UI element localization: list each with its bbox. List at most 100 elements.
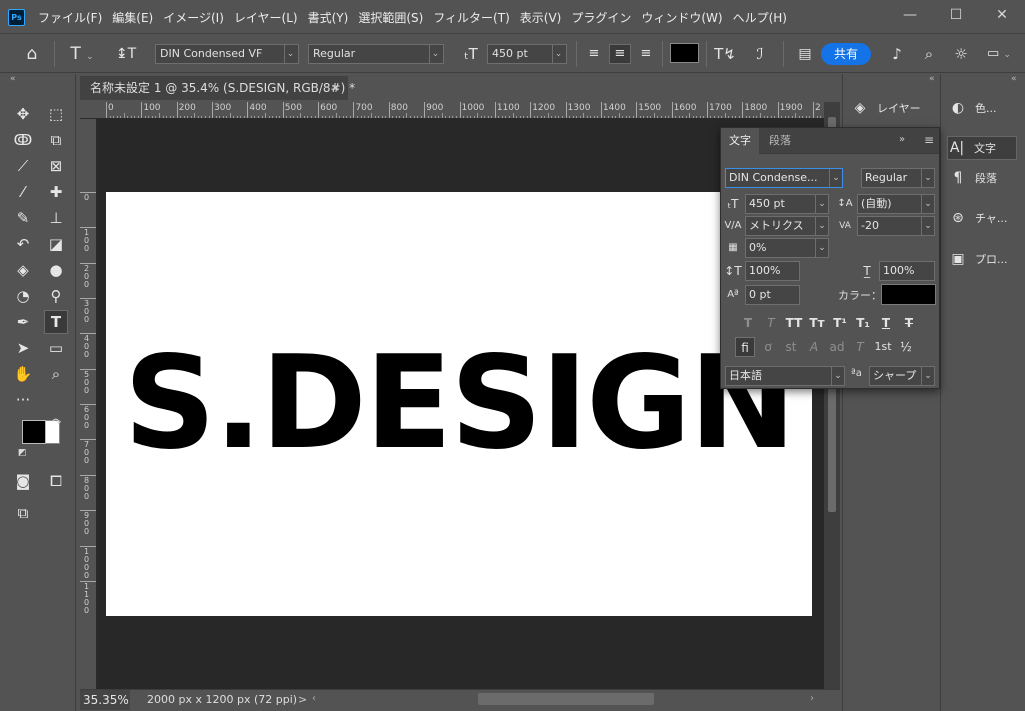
zoom-search-tool-icon[interactable]: ⚲: [45, 285, 67, 307]
object-selection-tool-icon[interactable]: ⧉: [45, 129, 67, 151]
font-size-select[interactable]: 450 pt ⌄: [487, 44, 567, 64]
text-color-field[interactable]: [881, 284, 936, 305]
antialias-select[interactable]: シャープ ⌄: [869, 366, 935, 386]
eyedropper-tool-icon[interactable]: ⁄: [12, 181, 34, 203]
warp-text-icon[interactable]: T↯: [713, 43, 737, 65]
kerning-field[interactable]: メトリクス ⌄: [745, 216, 829, 236]
character-panel-button[interactable]: A| 文字: [947, 136, 1017, 160]
foreground-color-swatch[interactable]: [22, 420, 46, 444]
document-tab[interactable]: 名称未設定 1 @ 35.4% (S.DESIGN, RGB/8#) * ×: [80, 76, 355, 100]
quick-mask-icon[interactable]: ◙: [12, 470, 34, 492]
menu-plugins[interactable]: プラグイン: [571, 0, 631, 34]
paragraph-panel-button[interactable]: ¶ 段落: [949, 166, 997, 190]
horizontal-scroll-thumb[interactable]: [478, 693, 654, 705]
close-document-icon[interactable]: ×: [331, 76, 340, 100]
strikethrough-button[interactable]: T: [899, 313, 919, 333]
clone-stamp-tool-icon[interactable]: ⊥: [45, 207, 67, 229]
language-select[interactable]: 日本語 ⌄: [725, 366, 845, 386]
eraser-tool-icon[interactable]: ◪: [45, 233, 67, 255]
tab-character[interactable]: 文字: [721, 128, 759, 154]
menu-file[interactable]: ファイル(F): [38, 0, 102, 34]
dodge-tool-icon[interactable]: ◔: [12, 285, 34, 307]
generative-fill-icon[interactable]: ⧉: [12, 502, 34, 524]
panel-menu-icon[interactable]: ≡: [924, 133, 934, 147]
menu-layer[interactable]: レイヤー(L): [234, 0, 298, 34]
zoom-tool-icon[interactable]: ⌕: [45, 363, 67, 385]
toggle-text-orientation-icon[interactable]: ↨T: [114, 43, 138, 65]
ordinals-button[interactable]: 1st: [873, 337, 893, 357]
color-panel-button[interactable]: ◐ 色...: [949, 96, 997, 120]
menu-select[interactable]: 選択範囲(S): [358, 0, 423, 34]
fractions-button[interactable]: ½: [896, 337, 916, 357]
default-colors-icon[interactable]: ◩: [18, 448, 27, 458]
text-warp-arc-icon[interactable]: ℐ: [748, 43, 772, 65]
small-caps-button[interactable]: Tт: [807, 313, 827, 333]
menu-help[interactable]: ヘルプ(H): [733, 0, 787, 34]
ligatures-button[interactable]: fi: [735, 337, 755, 357]
font-style-select[interactable]: Regular ⌄: [308, 44, 444, 64]
type-tool-icon[interactable]: T: [44, 310, 68, 334]
zoom-level-field[interactable]: 35.35%: [80, 690, 130, 710]
discover-lightbulb-icon[interactable]: ☼: [950, 43, 972, 65]
bell-icon[interactable]: ♪: [886, 43, 908, 65]
font-family-field[interactable]: DIN Condense... ⌄: [725, 168, 843, 188]
collapse-dock-icon[interactable]: «: [929, 74, 935, 84]
maximize-button[interactable]: ☐: [933, 2, 979, 28]
subscript-button[interactable]: T₁: [853, 313, 873, 333]
discretionary-ligatures-button[interactable]: ơ: [758, 337, 778, 357]
tracking-field[interactable]: -20 ⌄: [857, 216, 935, 236]
crop-tool-icon[interactable]: ⟋: [12, 155, 34, 177]
tsume-field[interactable]: 0% ⌄: [745, 238, 829, 258]
type-tool-preset-icon[interactable]: T ⌄: [64, 43, 100, 65]
channels-panel-button[interactable]: ⊛ チャ...: [949, 206, 1007, 230]
lasso-tool-icon[interactable]: ↂ: [12, 129, 34, 151]
menu-image[interactable]: イメージ(I): [163, 0, 224, 34]
vertical-scale-field[interactable]: 100%: [745, 261, 800, 281]
swap-colors-icon[interactable]: ↷: [52, 416, 61, 429]
edit-toolbar-icon[interactable]: ···: [12, 389, 34, 411]
align-center-icon[interactable]: ≡: [609, 44, 631, 64]
menu-edit[interactable]: 編集(E): [112, 0, 153, 34]
document-canvas[interactable]: S.DESIGN: [106, 192, 812, 616]
menu-filter[interactable]: フィルター(T): [433, 0, 509, 34]
collapse-toolbar-icon[interactable]: «: [10, 74, 16, 84]
move-tool-icon[interactable]: ✥: [12, 103, 34, 125]
collapse-panel-icon[interactable]: »: [899, 134, 905, 145]
rectangle-tool-icon[interactable]: ▭: [45, 337, 67, 359]
pen-tool-icon[interactable]: ✒: [12, 311, 34, 333]
menu-type[interactable]: 書式(Y): [308, 0, 349, 34]
align-right-icon[interactable]: ≡: [636, 44, 656, 64]
blur-tool-icon[interactable]: ●: [45, 259, 67, 281]
paint-bucket-tool-icon[interactable]: ◈: [12, 259, 34, 281]
titling-alternates-button[interactable]: T: [850, 337, 870, 357]
canvas-text-layer[interactable]: S.DESIGN: [106, 192, 812, 616]
all-caps-button[interactable]: TT: [784, 313, 804, 333]
search-icon[interactable]: ⌕: [918, 43, 940, 65]
brush-tool-icon[interactable]: ✎: [12, 207, 34, 229]
properties-panel-button[interactable]: ▣ プロ...: [949, 247, 1007, 271]
leading-field[interactable]: (自動) ⌄: [857, 194, 935, 214]
scroll-left-icon[interactable]: ‹: [312, 693, 316, 704]
superscript-button[interactable]: T¹: [830, 313, 850, 333]
character-panel-toggle-icon[interactable]: ▤: [795, 43, 815, 65]
swash-button[interactable]: A: [804, 337, 824, 357]
layers-panel-button[interactable]: ◈ レイヤー: [851, 96, 921, 120]
faux-bold-button[interactable]: T: [738, 313, 758, 333]
history-brush-tool-icon[interactable]: ↶: [12, 233, 34, 255]
screen-mode-icon[interactable]: ⧠: [45, 470, 67, 492]
share-button[interactable]: 共有: [821, 43, 871, 65]
contextual-alternates-button[interactable]: st: [781, 337, 801, 357]
horizontal-scale-field[interactable]: 100%: [879, 261, 935, 281]
frame-tool-icon[interactable]: ⊠: [45, 155, 67, 177]
menu-window[interactable]: ウィンドウ(W): [641, 0, 722, 34]
text-color-swatch[interactable]: [670, 43, 699, 63]
marquee-tool-icon[interactable]: ⬚: [45, 103, 67, 125]
status-info-menu-icon[interactable]: >: [298, 690, 307, 710]
collapse-dock-right-icon[interactable]: «: [1011, 74, 1017, 84]
workspace-switcher-icon[interactable]: ▭ ⌄: [982, 43, 1016, 65]
stylistic-alternates-button[interactable]: ad: [827, 337, 847, 357]
font-size-field[interactable]: 450 pt ⌄: [745, 194, 829, 214]
menu-view[interactable]: 表示(V): [520, 0, 562, 34]
align-left-icon[interactable]: ≡: [584, 44, 604, 64]
faux-italic-button[interactable]: T: [761, 313, 781, 333]
